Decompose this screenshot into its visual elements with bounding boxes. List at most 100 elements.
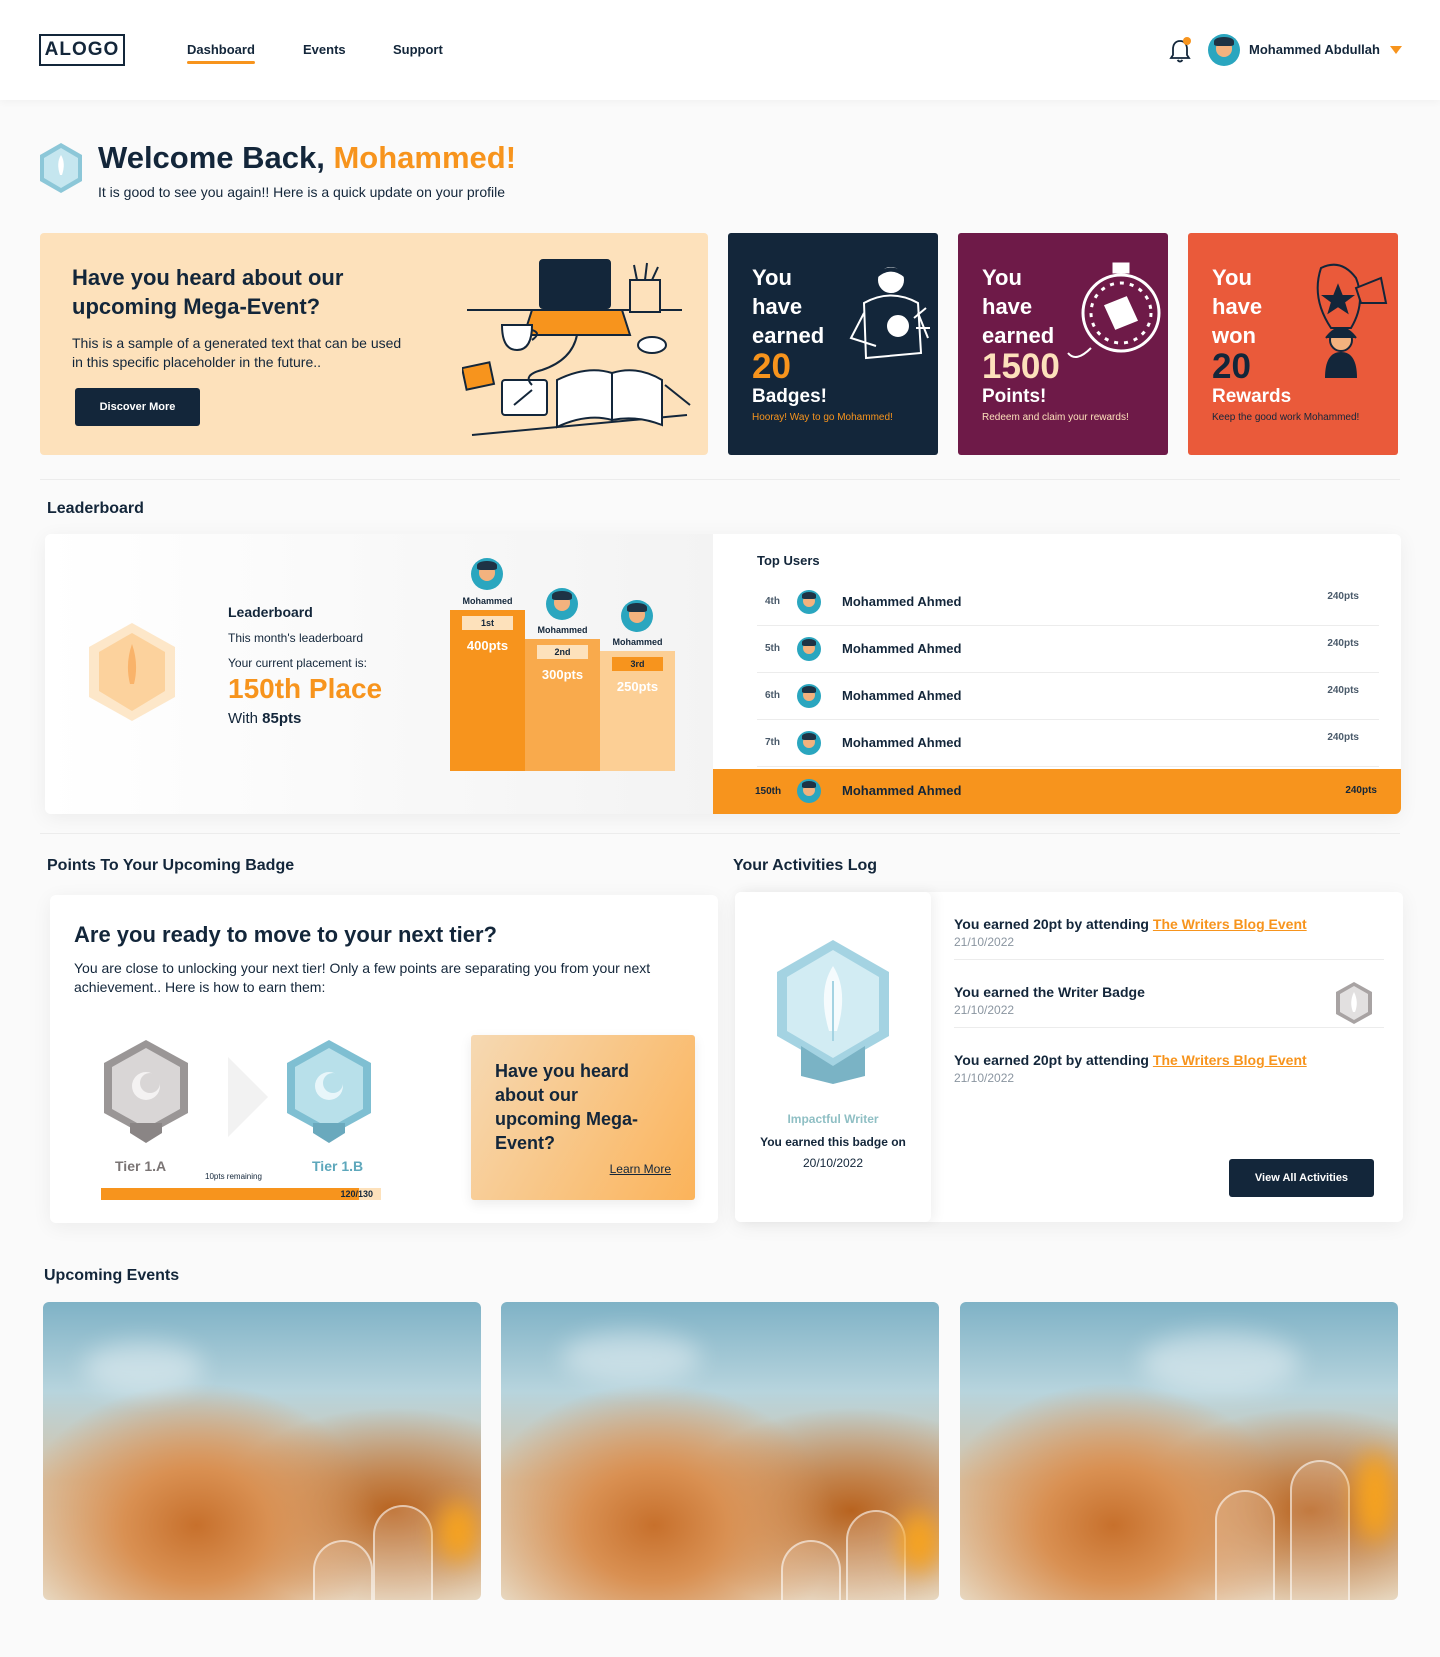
leaderboard-row[interactable]: 7th Mohammed Ahmed 240pts [757,720,1379,767]
stat-card-points[interactable]: You have earned 1500 Points! Redeem and cl… [958,233,1168,455]
event-link[interactable]: The Writers Blog Event [1153,916,1307,932]
event-card[interactable] [43,1302,481,1600]
wine-glass-image [1290,1460,1350,1600]
wine-glass-image [1215,1490,1275,1600]
top-navbar: ALOGO Dashboard Events Support Mohammed … [0,0,1440,100]
learn-more-link[interactable]: Learn More [610,1162,671,1176]
podium-avatar-1st[interactable] [471,558,503,590]
row-rank: 6th [765,690,780,701]
leaderboard-badge-icon [89,623,175,721]
stat-unit: Badges! [752,386,827,407]
activity-text: You earned 20pt by attending The Writers… [954,1052,1307,1068]
badge-earned-date: 20/10/2022 [802,1156,864,1170]
row-name: Mohammed Ahmed [842,783,962,798]
nav-events[interactable]: Events [303,42,346,57]
podium-avatar-3rd[interactable] [621,600,653,632]
row-rank: 150th [755,786,782,797]
stat-footer: Hooray! Way to go Mohammed! [752,412,893,423]
podium-points: 250pts [616,679,659,694]
nav-support[interactable]: Support [393,42,443,57]
leaderboard-subtitle: This month's leaderboard [228,631,364,645]
wine-glass-image [373,1505,433,1600]
next-tier-card: Are you ready to move to your next tier?… [50,895,718,1223]
event-card[interactable] [960,1302,1398,1600]
podium-points: 400pts [466,638,509,653]
podium-3rd: 3rd 250pts [600,651,675,771]
tier-progress-text: 120/130 [340,1189,373,1199]
user-name[interactable]: Mohammed Abdullah [1249,42,1380,57]
row-rank: 4th [765,596,780,607]
activity-item[interactable]: You earned 20pt by attending The Writers… [954,1028,1384,1096]
tier-section-title: Points To Your Upcoming Badge [47,857,295,874]
latest-badge-panel: Impactful Writer You earned this badge o… [735,892,931,1222]
event-card[interactable] [501,1302,939,1600]
brand-logo[interactable]: ALOGO [39,34,125,66]
flower-blur [438,1502,478,1562]
chevron-down-icon[interactable] [1390,46,1402,54]
notification-dot [1183,37,1191,45]
podium-rank: 1st [462,616,513,630]
wine-glass-image [781,1540,841,1600]
row-points: 240pts [1327,591,1359,602]
row-avatar [797,779,821,803]
discover-more-button[interactable]: Discover More [75,388,200,426]
writer-badge-mini-icon [1336,982,1372,1024]
user-avatar[interactable] [1208,34,1240,66]
trophy-person-illustration [1316,263,1388,378]
flower-blur [899,1512,939,1572]
row-name: Mohammed Ahmed [842,594,962,609]
chevron-right-icon [228,1057,268,1137]
podium-avatar-2nd[interactable] [546,588,578,620]
activities-section-title: Your Activities Log [733,857,878,874]
leaderboard-summary: Leaderboard This month's leaderboard You… [45,534,713,814]
tier-promo-card[interactable]: Have you heard about our upcoming Mega-E… [471,1035,695,1200]
event-link[interactable]: The Writers Blog Event [1153,1052,1307,1068]
welcome-title: Welcome Back, Mohammed! [98,140,517,175]
nav-dashboard[interactable]: Dashboard [187,42,255,64]
stat-card-rewards[interactable]: You have won 20 Rewards Keep the good work… [1188,233,1398,455]
promo-title: Have you heard about our upcoming Mega-E… [72,265,344,319]
desk-illustration [462,259,691,436]
leaderboard-card: Leaderboard This month's leaderboard You… [45,534,1401,814]
stat-number: 1500 [982,347,1060,386]
section-divider [40,833,1400,834]
leaderboard-row-current-user[interactable]: 150th Mohammed Ahmed 240pts [713,769,1401,814]
stat-unit: Rewards [1212,386,1292,407]
activity-date: 21/10/2022 [954,935,1015,949]
badge-earned-label: You earned this badge on [760,1135,906,1149]
row-avatar [797,590,821,614]
leaderboard-row[interactable]: 5th Mohammed Ahmed 240pts [757,626,1379,673]
stat-number: 20 [1212,347,1251,386]
leaderboard-section-title: Leaderboard [47,500,144,517]
section-divider [40,479,1400,480]
tier-title: Are you ready to move to your next tier? [74,922,497,947]
activity-date: 21/10/2022 [954,1071,1015,1085]
view-all-activities-button[interactable]: View All Activities [1229,1159,1374,1197]
tier-promo-title: Have you heard about our upcoming Mega-E… [495,1061,638,1153]
light-blur [561,1332,701,1382]
activity-item[interactable]: You earned 20pt by attending The Writers… [954,892,1384,960]
next-tier-label: Tier 1.B [312,1158,364,1174]
mega-event-banner: Have you heard about our upcoming Mega-E… [40,233,708,455]
light-blur [1140,1332,1300,1392]
placement-label: Your current placement is: [228,656,367,670]
light-blur [83,1342,203,1392]
row-points: 240pts [1327,638,1359,649]
placement-value: 150th Place [228,673,383,704]
badge-name: Impactful Writer [787,1112,879,1126]
flower-blur [1355,1452,1395,1542]
leaderboard-row[interactable]: 4th Mohammed Ahmed 240pts [757,579,1379,626]
stat-number: 20 [752,347,791,386]
stat-footer: Keep the good work Mohammed! [1212,412,1360,423]
row-points: 240pts [1327,685,1359,696]
row-name: Mohammed Ahmed [842,735,962,750]
activity-date: 21/10/2022 [954,1003,1015,1017]
podium-1st: 1st 400pts [450,610,525,771]
writer-badge-icon [777,940,889,1084]
activity-item[interactable]: You earned the Writer Badge 21/10/2022 [954,960,1384,1028]
stat-card-badges[interactable]: You have earned 20 Badges! Hooray! Way to … [728,233,938,455]
tier-progress-fill [101,1188,360,1200]
leaderboard-row[interactable]: 6th Mohammed Ahmed 240pts [757,673,1379,720]
podium-name-1st: Mohammed [462,596,513,606]
stopwatch-illustration [1067,262,1161,358]
